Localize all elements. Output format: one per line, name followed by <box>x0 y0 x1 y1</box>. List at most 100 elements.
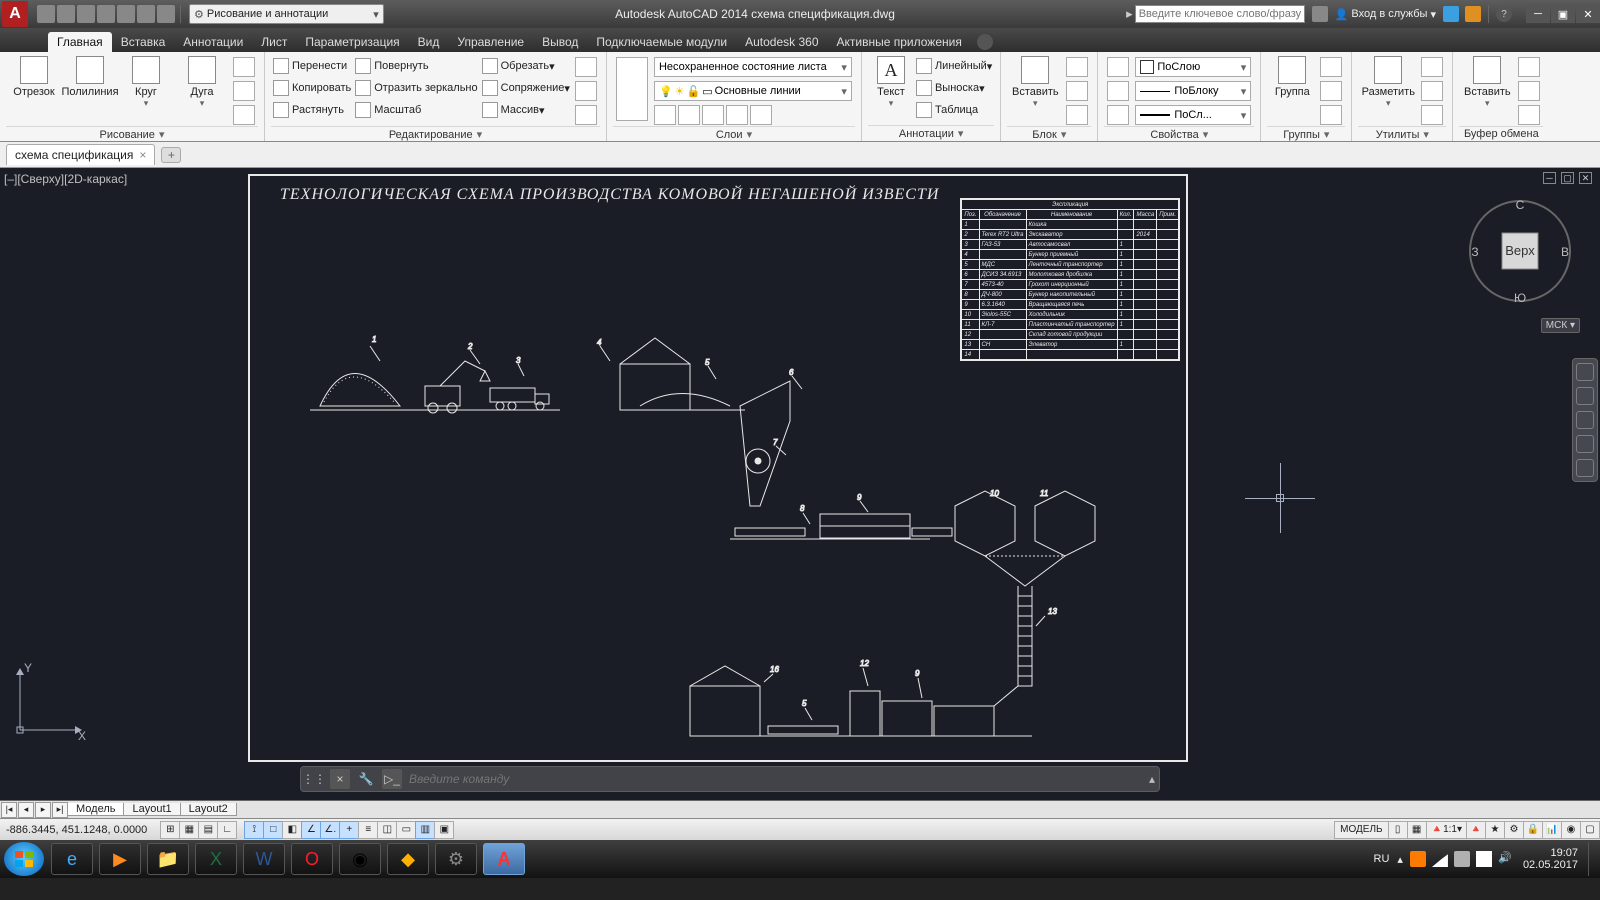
tab-manage[interactable]: Управление <box>448 32 533 52</box>
qat-plot-icon[interactable] <box>117 5 135 23</box>
insert-button[interactable]: Вставить▾ <box>1009 56 1061 109</box>
explode-icon[interactable] <box>575 57 597 77</box>
signin-button[interactable]: 👤Вход в службы▾ <box>1335 8 1436 21</box>
cmd-grip-icon[interactable]: ⋮⋮ <box>304 769 324 789</box>
fillet-button[interactable]: Сопряжение ▾ <box>482 78 570 98</box>
tray-icon-1[interactable] <box>1410 851 1426 867</box>
util2-icon[interactable] <box>1421 81 1443 101</box>
sb-grid[interactable]: ▤ <box>198 821 218 839</box>
task-aimp[interactable]: ◆ <box>387 843 429 875</box>
sb-snap[interactable]: ▦ <box>179 821 199 839</box>
cmd-close-button[interactable]: × <box>330 769 350 789</box>
task-explorer[interactable]: 📁 <box>147 843 189 875</box>
offset-icon[interactable] <box>575 81 597 101</box>
rotate-button[interactable]: Повернуть <box>355 56 477 76</box>
lt-prev[interactable]: ◂ <box>18 802 34 818</box>
app-ext-icon[interactable] <box>1465 6 1481 22</box>
copy-clip-icon[interactable] <box>1518 81 1540 101</box>
tray-arrow-icon[interactable]: ▴ <box>1397 853 1403 866</box>
model-space-button[interactable]: МОДЕЛЬ <box>1334 821 1388 839</box>
paste-button[interactable]: Вставить▾ <box>1461 56 1513 109</box>
layer-state-combo[interactable]: Несохраненное состояние листа▾ <box>654 57 852 77</box>
sb-otrack[interactable]: ∠ <box>301 821 321 839</box>
add-tab-button[interactable]: + <box>161 147 181 163</box>
qat-undo-icon[interactable] <box>137 5 155 23</box>
sb-trans[interactable]: ◫ <box>377 821 397 839</box>
tray-network-icon[interactable] <box>1432 851 1448 867</box>
scale-button[interactable]: Масштаб <box>355 100 477 120</box>
table-button[interactable]: Таблица <box>916 100 992 120</box>
layout-tab-1[interactable]: Layout1 <box>123 803 180 816</box>
tab-home[interactable]: Главная <box>48 32 112 52</box>
qat-new-icon[interactable] <box>37 5 55 23</box>
cmd-history-button[interactable]: ▴ <box>1145 772 1159 786</box>
arc-button[interactable]: Дуга▾ <box>176 56 228 109</box>
nav-show-icon[interactable] <box>1576 459 1594 477</box>
sb-polar[interactable]: ⟟ <box>244 821 264 839</box>
rect-icon[interactable] <box>233 57 255 77</box>
sb-ortho[interactable]: ∟ <box>217 821 237 839</box>
sb-layout-icon[interactable]: ▯ <box>1388 821 1408 839</box>
linetype-combo[interactable]: ПоСл...▾ <box>1135 105 1251 125</box>
layer-freeze-icon[interactable] <box>678 105 700 125</box>
erase-icon[interactable] <box>575 105 597 125</box>
list-icon[interactable] <box>1107 105 1129 125</box>
trim-button[interactable]: Обрезать ▾ <box>482 56 570 76</box>
sb-anno-auto[interactable]: ★ <box>1485 821 1505 839</box>
help-search-input[interactable] <box>1135 5 1305 23</box>
sb-ws-icon[interactable]: ⚙ <box>1504 821 1524 839</box>
qat-saveas-icon[interactable] <box>97 5 115 23</box>
matchprop-icon[interactable] <box>1107 57 1129 77</box>
stretch-button[interactable]: Растянуть <box>273 100 351 120</box>
task-media[interactable]: ▶ <box>99 843 141 875</box>
sb-hw-accel[interactable]: 📊 <box>1542 821 1562 839</box>
copy-button[interactable]: Копировать <box>273 78 351 98</box>
block-edit-icon[interactable] <box>1066 81 1088 101</box>
nav-orbit-icon[interactable] <box>1576 435 1594 453</box>
hatch-icon[interactable] <box>233 105 255 125</box>
doc-minimize[interactable]: ─ <box>1543 172 1556 184</box>
lineweight-combo[interactable]: ПоБлоку▾ <box>1135 81 1251 101</box>
group-select-icon[interactable] <box>1320 105 1342 125</box>
tab-insert[interactable]: Вставка <box>112 32 175 52</box>
layout-tab-model[interactable]: Модель <box>67 803 124 816</box>
qat-save-icon[interactable] <box>77 5 95 23</box>
show-desktop-button[interactable] <box>1588 842 1596 876</box>
paste-spec-icon[interactable] <box>1518 105 1540 125</box>
tab-view[interactable]: Вид <box>409 32 449 52</box>
sb-anno-vis[interactable]: 🔺 <box>1466 821 1486 839</box>
qat-redo-icon[interactable] <box>157 5 175 23</box>
line-button[interactable]: Отрезок <box>8 56 60 98</box>
sb-qp[interactable]: ▭ <box>396 821 416 839</box>
tab-plugins[interactable]: Подключаемые модули <box>587 32 736 52</box>
task-autocad[interactable]: A <box>483 843 525 875</box>
move-button[interactable]: Перенести <box>273 56 351 76</box>
task-excel[interactable]: X <box>195 843 237 875</box>
window-restore-button[interactable]: ▣ <box>1551 5 1575 23</box>
anno-scale-combo[interactable]: 🔺1:1 ▾ <box>1426 821 1467 839</box>
leader-button[interactable]: Выноска ▾ <box>916 78 992 98</box>
close-icon[interactable]: × <box>139 148 146 162</box>
polyline-button[interactable]: Полилиния <box>64 56 116 98</box>
qat-open-icon[interactable] <box>57 5 75 23</box>
task-wot[interactable]: ⚙ <box>435 843 477 875</box>
sb-clean[interactable]: ▢ <box>1580 821 1600 839</box>
layer-lock-icon[interactable] <box>726 105 748 125</box>
lt-next[interactable]: ▸ <box>35 802 51 818</box>
exchange-icon[interactable] <box>1443 6 1459 22</box>
app-logo[interactable]: A <box>2 1 28 27</box>
group-button[interactable]: Группа <box>1269 56 1315 98</box>
nav-wheel-icon[interactable] <box>1576 363 1594 381</box>
tab-output[interactable]: Вывод <box>533 32 587 52</box>
wcs-badge[interactable]: МСК ▾ <box>1541 318 1580 333</box>
sb-isolate[interactable]: ◉ <box>1561 821 1581 839</box>
dim-linear-button[interactable]: Линейный ▾ <box>916 56 992 76</box>
tray-volume-icon[interactable]: 🔊 <box>1498 851 1514 867</box>
util3-icon[interactable] <box>1421 105 1443 125</box>
tray-flag-icon[interactable] <box>1476 851 1492 867</box>
block-create-icon[interactable] <box>1066 57 1088 77</box>
window-close-button[interactable]: ✕ <box>1576 5 1600 23</box>
window-minimize-button[interactable]: ─ <box>1526 5 1550 23</box>
tab-parametric[interactable]: Параметризация <box>296 32 408 52</box>
util1-icon[interactable] <box>1421 57 1443 77</box>
